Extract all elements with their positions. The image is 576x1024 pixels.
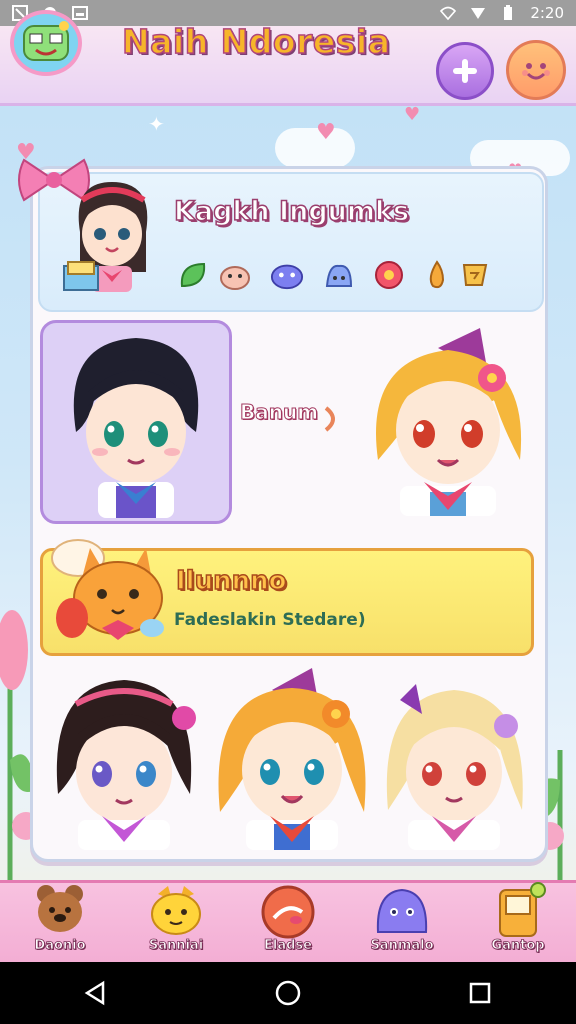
sticker-blob-purple[interactable] — [270, 258, 304, 292]
sticker-blob-blue[interactable] — [322, 258, 356, 292]
leaf-icon — [180, 262, 206, 288]
banner-title: Ilunnno — [175, 565, 287, 597]
app-logo[interactable] — [10, 10, 82, 76]
pink-blob-icon — [220, 266, 250, 290]
home-circle-icon — [275, 980, 301, 1006]
cat-face-icon — [151, 886, 201, 935]
wifi-icon — [440, 6, 457, 21]
sticker-drop[interactable] — [420, 258, 454, 292]
red-flower-icon — [375, 261, 403, 289]
nav-item-sanmalo[interactable]: Sanmalo — [354, 878, 450, 962]
character-portrait-blonde[interactable] — [364, 320, 534, 516]
sticker-leaf[interactable] — [176, 258, 210, 292]
bear-icon — [37, 885, 83, 932]
cloud-decoration — [275, 128, 355, 168]
sticker-blob-pink[interactable] — [218, 258, 252, 292]
slime-icon — [376, 888, 428, 933]
banner-subtitle: Fadeslakin Stedare) — [174, 610, 366, 630]
cat-mascot-icon — [51, 539, 164, 640]
signal-icon — [471, 8, 486, 19]
ball-face-icon — [261, 885, 315, 939]
status-time: 2:20 — [530, 4, 564, 22]
character-portrait-dark-hair[interactable] — [56, 322, 216, 518]
recents-button[interactable] — [460, 973, 500, 1013]
star-decoration: ✦ — [148, 112, 165, 136]
nav-item-daonio[interactable]: Daonio — [12, 878, 108, 962]
recents-square-icon — [469, 982, 491, 1004]
nav-label: Sanniai — [148, 938, 204, 954]
image-icon — [72, 6, 88, 20]
back-triangle-icon — [84, 980, 105, 1006]
sticker-tag[interactable] — [458, 258, 492, 292]
back-button[interactable] — [76, 973, 116, 1013]
add-button[interactable] — [436, 42, 494, 100]
heart-decoration: ♥ — [316, 120, 336, 145]
battery-icon — [504, 5, 513, 20]
nav-label: Daonio — [34, 938, 86, 954]
nav-item-eladse[interactable]: Eladse — [240, 878, 336, 962]
profile-face-button[interactable] — [506, 40, 566, 100]
nav-item-sanniai[interactable]: Sanniai — [128, 878, 224, 962]
book-icon — [63, 261, 99, 291]
nav-label: Sanmalo — [370, 938, 434, 954]
character-portrait-brown-hair[interactable] — [48, 664, 200, 850]
app-title: Naih Ndoresia — [121, 21, 391, 62]
nav-item-gantop[interactable]: Gantop — [470, 878, 566, 962]
character-portrait-cream-hair[interactable] — [380, 670, 530, 850]
sticker-flower-red[interactable] — [372, 258, 406, 292]
character-portrait-orange-hair[interactable] — [212, 662, 372, 850]
system-navigation-bar — [0, 962, 576, 1024]
purple-blob-icon — [270, 264, 304, 290]
heart-decoration: ♥ — [404, 104, 421, 125]
plus-icon — [453, 59, 477, 83]
nav-label: Gantop — [491, 938, 545, 954]
nav-label: Eladse — [264, 938, 313, 954]
gameboy-icon — [499, 882, 546, 937]
logo-face-icon — [23, 21, 69, 61]
blue-blob-icon — [325, 264, 353, 287]
tag-icon — [462, 264, 488, 286]
chevron-right-icon[interactable] — [322, 404, 342, 434]
drop-icon — [429, 260, 445, 289]
home-button[interactable] — [268, 973, 308, 1013]
profile-name: Kagkh Ingumks — [173, 195, 410, 228]
smile-face-icon — [522, 63, 550, 80]
